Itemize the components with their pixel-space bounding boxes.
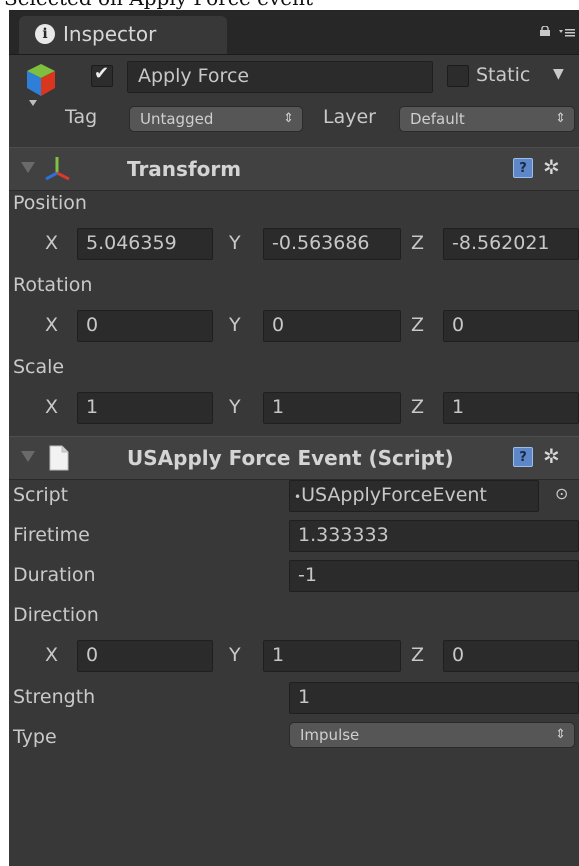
object-picker-icon[interactable]: ⊙: [555, 484, 568, 503]
scale-x-input[interactable]: 1: [77, 392, 213, 424]
rotation-y-label: Y: [229, 314, 241, 336]
firetime-input[interactable]: 1.333333: [289, 520, 579, 552]
position-z-label: Z: [411, 232, 425, 254]
context-menu-icon[interactable]: [559, 26, 575, 40]
type-value: Impulse: [300, 726, 360, 744]
script-file-icon: [49, 445, 69, 471]
tab-bar: i Inspector: [9, 10, 579, 55]
layer-dropdown[interactable]: Default ⇕: [399, 106, 575, 132]
tag-dropdown[interactable]: Untagged ⇕: [129, 106, 303, 132]
position-label: Position: [13, 192, 87, 214]
tag-label: Tag: [65, 106, 98, 128]
gameobject-cube-icon: [27, 64, 55, 106]
position-z-input[interactable]: -8.562021: [443, 228, 579, 260]
gear-icon[interactable]: ✲: [543, 155, 560, 179]
strength-input[interactable]: 1: [289, 682, 579, 714]
foldout-arrow-icon[interactable]: [21, 162, 35, 173]
duration-input[interactable]: -1: [289, 560, 579, 592]
popup-arrow-icon: ⇕: [555, 727, 566, 742]
layer-label: Layer: [323, 106, 376, 128]
info-icon: i: [35, 24, 55, 44]
scale-label: Scale: [13, 356, 65, 378]
position-y-label: Y: [229, 232, 241, 254]
scale-y-input[interactable]: 1: [263, 392, 401, 424]
strength-label: Strength: [13, 686, 96, 708]
rotation-y-input[interactable]: 0: [263, 310, 401, 342]
inspector-panel: i Inspector ✔ Apply Force Static ▼ Tag U…: [9, 10, 579, 866]
rotation-x-label: X: [45, 314, 59, 336]
transform-axes-icon: [45, 157, 70, 181]
direction-x-label: X: [45, 644, 59, 666]
popup-arrow-icon: ⇕: [283, 111, 294, 126]
scale-z-label: Z: [411, 396, 425, 418]
caption-text: Selected on Apply Force event: [4, 0, 313, 10]
script-label: Script: [13, 484, 69, 506]
rotation-z-input[interactable]: 0: [443, 310, 579, 342]
checkmark-icon: ✔: [94, 63, 110, 84]
scale-z-input[interactable]: 1: [443, 392, 579, 424]
script-value: USApplyForceEvent: [301, 484, 487, 506]
gear-icon[interactable]: ✲: [543, 444, 560, 468]
cropped-caption: Selected on Apply Force event: [0, 0, 579, 10]
layer-value: Default: [410, 110, 465, 128]
duration-label: Duration: [13, 564, 96, 586]
transform-header[interactable]: Transform ? ✲: [9, 147, 579, 191]
help-icon[interactable]: ?: [513, 447, 533, 467]
tag-value: Untagged: [140, 110, 214, 128]
tab-label: Inspector: [63, 22, 157, 46]
static-label: Static: [476, 64, 531, 86]
script-component-title: USApply Force Event (Script): [127, 446, 454, 470]
direction-y-label: Y: [229, 644, 241, 666]
transform-title: Transform: [127, 157, 242, 181]
script-component-header[interactable]: USApply Force Event (Script) ? ✲: [9, 436, 579, 480]
object-name-input[interactable]: Apply Force: [127, 61, 433, 93]
direction-z-label: Z: [411, 644, 425, 666]
scale-y-label: Y: [229, 396, 241, 418]
direction-z-input[interactable]: 0: [443, 640, 579, 672]
script-object-field[interactable]: •USApplyForceEvent: [289, 480, 539, 512]
direction-label: Direction: [13, 604, 99, 626]
position-y-input[interactable]: -0.563686: [263, 228, 401, 260]
position-x-input[interactable]: 5.046359: [77, 228, 213, 260]
scale-x-label: X: [45, 396, 59, 418]
lock-icon[interactable]: [539, 26, 551, 36]
active-checkbox[interactable]: ✔: [91, 63, 113, 87]
type-dropdown[interactable]: Impulse ⇕: [289, 722, 575, 748]
type-label: Type: [13, 726, 57, 748]
popup-arrow-icon: ⇕: [555, 111, 566, 126]
rotation-label: Rotation: [13, 274, 93, 296]
direction-y-input[interactable]: 1: [263, 640, 401, 672]
help-icon[interactable]: ?: [513, 158, 533, 178]
static-dropdown-icon[interactable]: ▼: [553, 66, 564, 82]
static-checkbox[interactable]: [447, 65, 469, 87]
tab-inspector[interactable]: i Inspector: [19, 16, 227, 54]
direction-x-input[interactable]: 0: [77, 640, 213, 672]
foldout-arrow-icon[interactable]: [21, 451, 35, 462]
rotation-x-input[interactable]: 0: [77, 310, 213, 342]
rotation-z-label: Z: [411, 314, 425, 336]
position-x-label: X: [45, 232, 59, 254]
firetime-label: Firetime: [13, 524, 90, 546]
